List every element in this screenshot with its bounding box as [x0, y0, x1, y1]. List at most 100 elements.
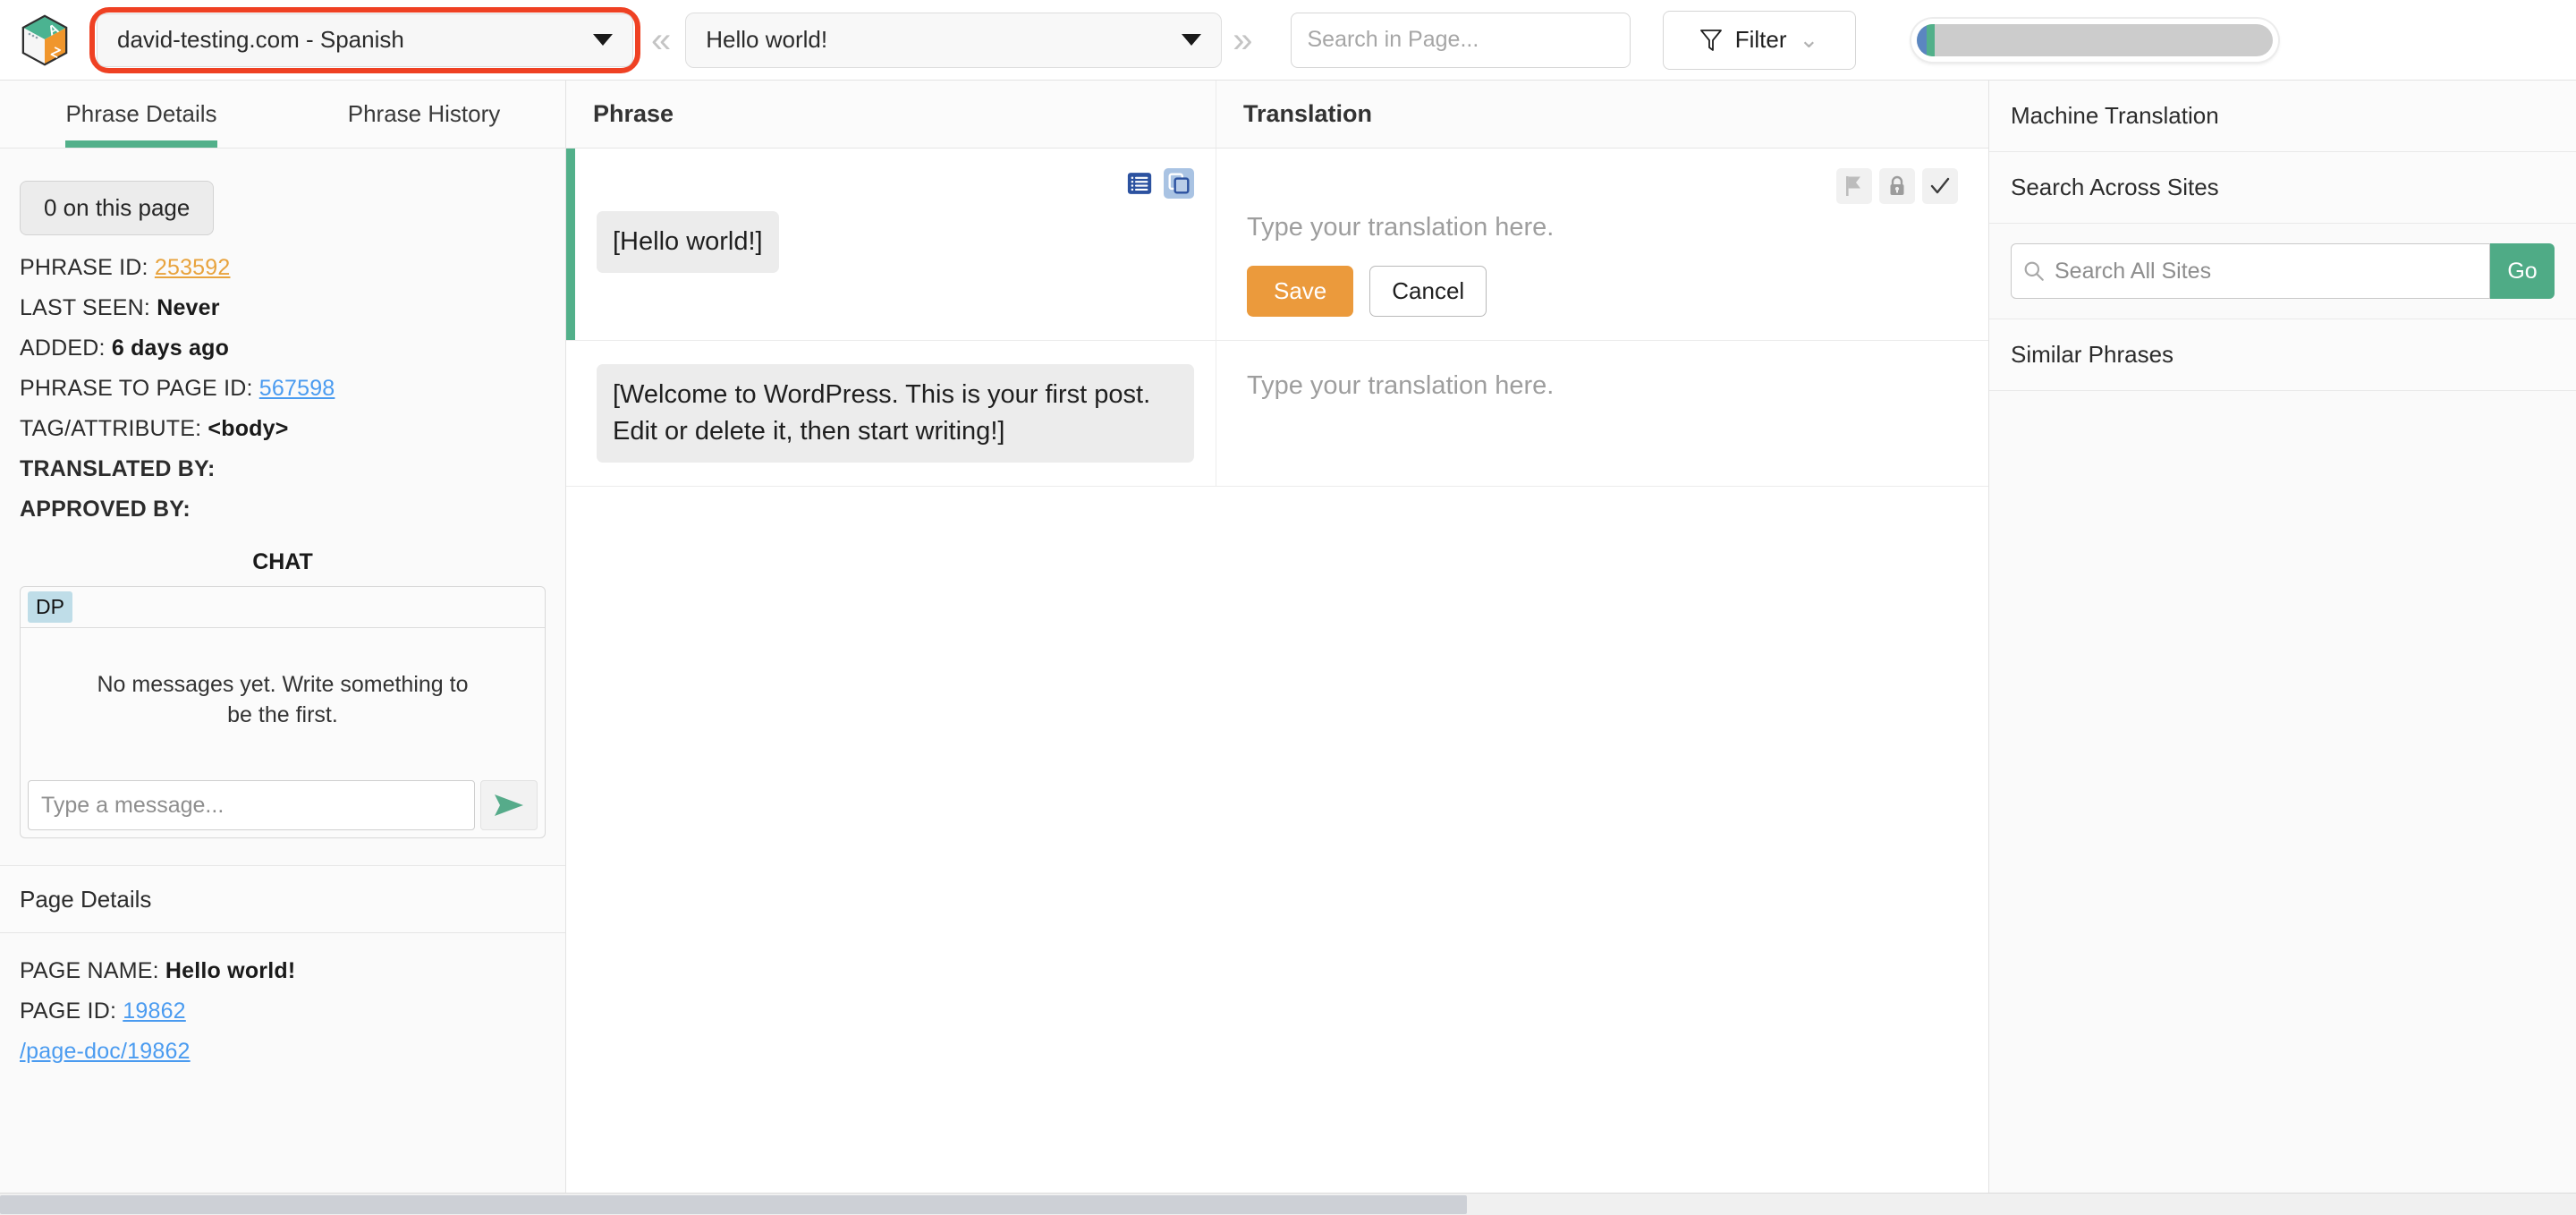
- column-header-translation: Translation: [1243, 100, 1373, 127]
- meta-key: ADDED:: [20, 336, 106, 361]
- tab-phrase-details-label: Phrase Details: [65, 100, 217, 127]
- page-doc-link[interactable]: /page-doc/19862: [20, 1039, 191, 1064]
- phrase-id-link[interactable]: 253592: [155, 255, 231, 280]
- phrase-translation-table: Phrase Translation [Hello world!] Type y…: [566, 81, 1988, 1193]
- meta-key: PHRASE TO PAGE ID:: [20, 376, 253, 401]
- tab-phrase-details[interactable]: Phrase Details: [0, 81, 283, 148]
- list-lines-icon[interactable]: [1124, 168, 1155, 199]
- page-selector[interactable]: Hello world!: [685, 12, 1223, 68]
- chat-header: DP: [21, 587, 545, 628]
- table-header-row: Phrase Translation: [566, 81, 1988, 149]
- phrase-cell[interactable]: [Hello world!]: [566, 149, 1216, 340]
- chat-user-chip[interactable]: DP: [28, 591, 72, 623]
- phrase-cell[interactable]: [Welcome to WordPress. This is your firs…: [566, 341, 1216, 487]
- phrase-action-icons: [597, 168, 1194, 199]
- send-arrow-icon: [495, 794, 523, 816]
- translation-progress-bar[interactable]: [1911, 18, 2278, 62]
- chat-empty-message: No messages yet. Write something to be t…: [97, 672, 469, 727]
- phrase-text: [Hello world!]: [597, 211, 779, 274]
- table-rows: [Hello world!] Type your translation her…: [566, 149, 1988, 1193]
- page-details-header[interactable]: Page Details: [0, 865, 565, 933]
- sidebar-tabs: Phrase Details Phrase History: [0, 81, 565, 149]
- meta-key: LAST SEEN:: [20, 295, 151, 320]
- page-id-row: PAGE ID: 19862: [20, 998, 565, 1024]
- search-icon: [2024, 261, 2044, 281]
- funnel-icon: [1699, 29, 1722, 51]
- filter-button[interactable]: Filter ⌄: [1662, 10, 1856, 70]
- translation-cell[interactable]: Type your translation here.: [1216, 341, 1988, 486]
- translation-status-icons: [1247, 168, 1958, 204]
- page-doc-row: /page-doc/19862: [20, 1039, 565, 1065]
- progress-segment-green: [1926, 23, 1935, 56]
- phrase-meta-list: PHRASE ID: 253592 LAST SEEN: Never ADDED…: [20, 255, 565, 523]
- machine-translation-section[interactable]: Machine Translation: [1989, 81, 2576, 152]
- translation-placeholder[interactable]: Type your translation here.: [1247, 371, 1958, 401]
- site-language-selector[interactable]: david-testing.com - Spanish: [97, 13, 633, 67]
- phrase-to-page-id-link[interactable]: 567598: [259, 376, 335, 401]
- horizontal-scrollbar[interactable]: [0, 1193, 2576, 1215]
- top-toolbar: A Z david-testing.com - Spanish « Hello …: [0, 0, 2576, 81]
- meta-row-approved-by: APPROVED BY:: [20, 497, 191, 522]
- cancel-button[interactable]: Cancel: [1369, 266, 1487, 317]
- filter-label: Filter: [1734, 26, 1787, 53]
- search-go-button[interactable]: Go: [2490, 243, 2555, 299]
- meta-value: <body>: [208, 416, 289, 441]
- right-panel: Machine Translation Search Across Sites …: [1988, 81, 2576, 1193]
- lock-icon[interactable]: [1879, 168, 1915, 204]
- main-content-area: Phrase Details Phrase History 0 on this …: [0, 81, 2576, 1193]
- chat-send-button[interactable]: [480, 780, 538, 830]
- translation-placeholder[interactable]: Type your translation here.: [1247, 213, 1958, 242]
- meta-row-last-seen: LAST SEEN: Never: [20, 295, 565, 321]
- page-name-key: PAGE NAME:: [20, 958, 159, 983]
- meta-key: TAG/ATTRIBUTE:: [20, 416, 202, 441]
- table-row: [Welcome to WordPress. This is your firs…: [566, 341, 1988, 488]
- caret-down-icon: [1182, 34, 1202, 46]
- meta-row-translated-by: TRANSLATED BY:: [20, 456, 216, 481]
- meta-row-phrase-to-page-id: PHRASE TO PAGE ID: 567598: [20, 376, 565, 402]
- meta-row-phrase-id: PHRASE ID: 253592: [20, 255, 565, 281]
- caret-down-icon: [593, 34, 613, 46]
- page-name-value: Hello world!: [165, 958, 296, 983]
- meta-row-added: ADDED: 6 days ago: [20, 336, 565, 361]
- meta-value: Never: [157, 295, 220, 320]
- copy-icon[interactable]: [1164, 168, 1194, 199]
- page-name-row: PAGE NAME: Hello world!: [20, 958, 565, 984]
- left-sidebar: Phrase Details Phrase History 0 on this …: [0, 81, 566, 1193]
- on-this-page-badge[interactable]: 0 on this page: [20, 181, 215, 235]
- search-all-sites-field[interactable]: [2011, 243, 2490, 299]
- sidebar-scroll-area: 0 on this page PHRASE ID: 253592 LAST SE…: [0, 149, 565, 1193]
- meta-key: PHRASE ID:: [20, 255, 148, 280]
- page-selector-value: Hello world!: [706, 26, 828, 53]
- tab-phrase-history[interactable]: Phrase History: [283, 81, 565, 148]
- page-id-key: PAGE ID:: [20, 998, 117, 1024]
- chat-input-row: [21, 773, 545, 837]
- table-row: [Hello world!] Type your translation her…: [566, 149, 1988, 341]
- chat-message-input[interactable]: [28, 780, 475, 830]
- double-chevron-right-icon[interactable]: »: [1222, 22, 1263, 58]
- progress-segment-blue: [1916, 23, 1927, 56]
- horizontal-scrollbar-thumb[interactable]: [0, 1195, 1467, 1214]
- search-across-sites-section[interactable]: Search Across Sites: [1989, 152, 2576, 224]
- translation-cell[interactable]: Type your translation here. Save Cancel: [1216, 149, 1988, 340]
- chat-panel: DP No messages yet. Write something to b…: [20, 586, 546, 838]
- tab-phrase-history-label: Phrase History: [347, 100, 501, 127]
- progress-track: [1916, 23, 2273, 56]
- search-all-sites-input[interactable]: [2046, 258, 2479, 285]
- search-in-page-input[interactable]: [1290, 12, 1631, 68]
- chat-title: CHAT: [252, 549, 313, 574]
- cube-logo-icon: A Z: [21, 14, 68, 65]
- save-button[interactable]: Save: [1247, 266, 1354, 317]
- meta-row-tag-attribute: TAG/ATTRIBUTE: <body>: [20, 416, 565, 442]
- flag-icon[interactable]: [1836, 168, 1872, 204]
- phrase-text: [Welcome to WordPress. This is your firs…: [597, 364, 1194, 463]
- site-selector-highlight: david-testing.com - Spanish: [89, 6, 640, 73]
- app-logo[interactable]: A Z: [0, 0, 89, 81]
- site-language-value: david-testing.com - Spanish: [117, 26, 404, 53]
- page-id-link[interactable]: 19862: [123, 998, 186, 1024]
- translation-actions: Save Cancel: [1247, 266, 1958, 317]
- column-header-phrase: Phrase: [566, 81, 1216, 148]
- double-chevron-left-icon[interactable]: «: [640, 22, 682, 58]
- similar-phrases-section[interactable]: Similar Phrases: [1989, 319, 2576, 391]
- right-panel-empty-area: [1989, 391, 2576, 1193]
- check-icon[interactable]: [1922, 168, 1958, 204]
